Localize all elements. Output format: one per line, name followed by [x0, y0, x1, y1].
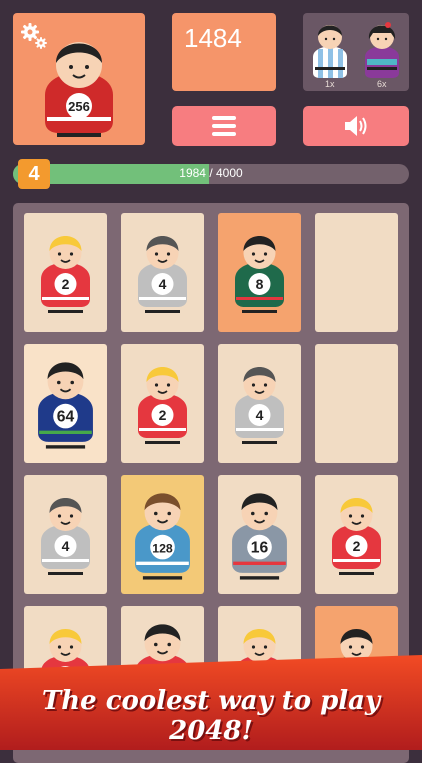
tile-empty [315, 344, 398, 463]
doll-64: 64 [38, 362, 93, 449]
doll-8: 8 [235, 236, 284, 313]
japan-doll-icon[interactable] [357, 15, 407, 85]
tile-value: 64 [57, 409, 75, 426]
tile-2: 2 [24, 213, 107, 332]
tile-4: 4 [218, 344, 301, 463]
tile-2: 2 [315, 475, 398, 594]
level-progress-text: 1984 / 4000 [13, 166, 409, 180]
best-tile-doll: 256 [45, 42, 113, 137]
sound-button[interactable] [303, 106, 409, 146]
level-progress-bar: 1984 / 4000 [13, 164, 409, 184]
promo-banner-text: The coolest way to play 2048! [41, 686, 381, 746]
tile-4: 4 [24, 475, 107, 594]
tile-64: 64 [24, 344, 107, 463]
tile-16: 16 [218, 475, 301, 594]
doll-16: 16 [232, 493, 287, 580]
doll-4: 4 [235, 367, 284, 444]
doll-2: 2 [332, 498, 381, 575]
doll-2: 2 [138, 367, 187, 444]
tile-4: 4 [121, 213, 204, 332]
tile-empty [315, 213, 398, 332]
japan-doll-count: 6x [377, 79, 387, 89]
character-panel[interactable]: 1x 6x [303, 13, 409, 91]
progress-target: 4000 [216, 166, 243, 180]
score-value: 1484 [184, 23, 242, 53]
argentina-doll-count: 1x [325, 79, 335, 89]
progress-separator: / [205, 166, 216, 180]
tile-value: 2 [62, 276, 70, 292]
doll-4: 4 [41, 498, 90, 575]
best-tile-panel: 256 [13, 13, 145, 145]
tile-value: 4 [159, 276, 167, 292]
best-tile-value: 256 [68, 99, 90, 114]
tile-value: 128 [152, 542, 173, 556]
tile-2: 2 [121, 344, 204, 463]
level-badge: 4 [18, 159, 50, 189]
tile-value: 4 [256, 407, 264, 423]
tile-value: 2 [159, 407, 167, 423]
tile-value: 16 [251, 540, 269, 557]
doll-128: 128 [135, 493, 190, 580]
tile-value: 8 [256, 276, 264, 292]
argentina-doll-icon[interactable] [305, 15, 355, 85]
speaker-icon [345, 116, 367, 136]
tile-8: 8 [218, 213, 301, 332]
menu-button[interactable] [172, 106, 276, 146]
doll-2: 2 [41, 236, 90, 313]
score-panel: 1484 [172, 13, 276, 91]
tile-value: 4 [62, 538, 70, 554]
tile-value: 2 [353, 538, 361, 554]
hamburger-icon [212, 116, 236, 136]
tile-128: 128 [121, 475, 204, 594]
progress-current: 1984 [179, 166, 206, 180]
doll-4: 4 [138, 236, 187, 313]
